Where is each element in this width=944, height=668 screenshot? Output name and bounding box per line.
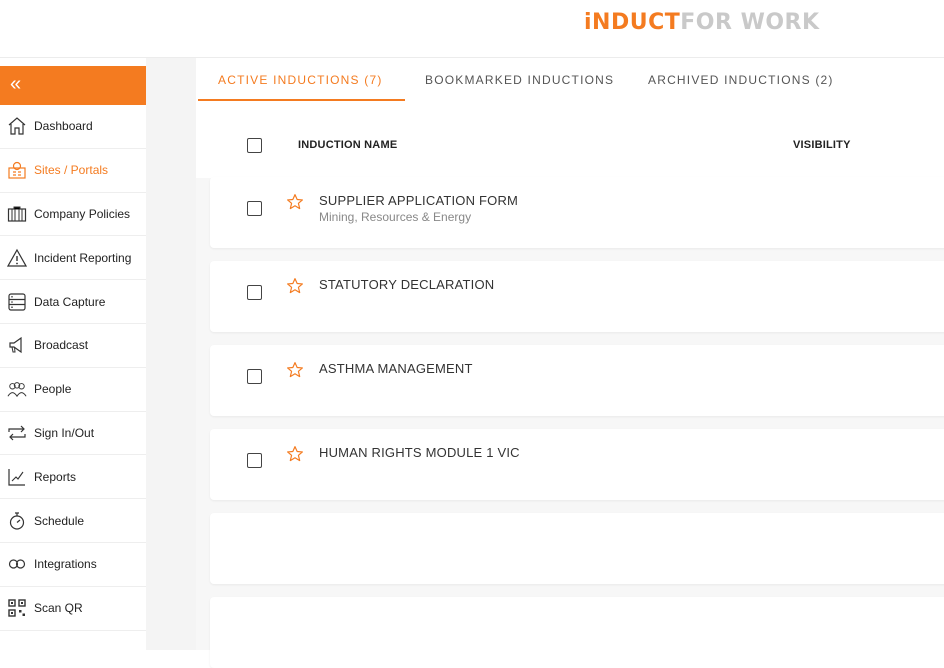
- sidebar-item-label: Schedule: [34, 513, 85, 528]
- induction-category: Mining, Resources & Energy: [319, 210, 472, 224]
- star-bookmark-icon[interactable]: [286, 277, 304, 295]
- star-bookmark-icon[interactable]: [286, 361, 304, 379]
- list-item[interactable]: STATUTORY DECLARATION: [210, 261, 944, 332]
- sidebar-item-label: Sites / Portals: [34, 163, 109, 178]
- sidebar-item-label: Incident Reporting: [34, 250, 132, 265]
- link-icon: [7, 554, 27, 574]
- column-header-visibility[interactable]: VISIBILITY: [793, 139, 851, 151]
- sites-icon: [7, 160, 27, 180]
- row-checkbox[interactable]: [247, 285, 262, 300]
- sidebar-item-label: Dashboard: [34, 119, 93, 134]
- active-tab-indicator: [198, 99, 405, 101]
- megaphone-icon: [7, 335, 27, 355]
- sidebar-item-reports[interactable]: Reports: [0, 455, 146, 500]
- main-content: ACTIVE INDUCTIONS (7) BOOKMARKED INDUCTI…: [196, 58, 944, 668]
- sidebar-item-label: Integrations: [34, 557, 97, 572]
- sidebar-item-integrations[interactable]: Integrations: [0, 543, 146, 587]
- house-icon: [7, 116, 27, 136]
- top-bar: iNDUCTFOR WORK: [0, 0, 944, 58]
- sidebar-item-dashboard[interactable]: Dashboard: [0, 105, 146, 149]
- induction-title[interactable]: STATUTORY DECLARATION: [319, 277, 494, 292]
- sidebar-item-people[interactable]: People: [0, 368, 146, 412]
- arrows-icon: [7, 423, 27, 443]
- sidebar-item-company-policies[interactable]: Company Policies: [0, 193, 146, 237]
- stopwatch-icon: [7, 511, 27, 531]
- tab-bar: ACTIVE INDUCTIONS (7) BOOKMARKED INDUCTI…: [196, 58, 944, 102]
- chart-icon: [7, 467, 27, 487]
- induction-title[interactable]: HUMAN RIGHTS MODULE 1 VIC: [319, 445, 520, 460]
- tab-bookmarked-inductions[interactable]: BOOKMARKED INDUCTIONS: [425, 73, 614, 87]
- sidebar-item-label: Scan QR: [34, 601, 83, 616]
- sidebar-item-label: People: [34, 382, 72, 397]
- sidebar-item-data-capture[interactable]: Data Capture: [0, 280, 146, 324]
- induction-title[interactable]: SUPPLIER APPLICATION FORM: [319, 193, 518, 208]
- sidebar-item-incident-reporting[interactable]: Incident Reporting: [0, 236, 146, 281]
- column-header-induction-name[interactable]: INDUCTION NAME: [298, 139, 397, 151]
- content-gutter: [146, 58, 196, 650]
- warning-icon: [7, 248, 27, 268]
- tab-active-inductions[interactable]: ACTIVE INDUCTIONS (7): [218, 73, 383, 87]
- app-logo[interactable]: iNDUCTFOR WORK: [584, 10, 820, 35]
- server-icon: [7, 292, 27, 312]
- sidebar-item-label: Company Policies: [34, 206, 131, 221]
- logo-part-induct: iNDUCT: [584, 10, 681, 35]
- logo-part-for-work: FOR WORK: [680, 10, 820, 35]
- sidebar-collapse-button[interactable]: «: [0, 66, 146, 105]
- briefcase-icon: [7, 204, 27, 224]
- sidebar-item-label: Data Capture: [34, 294, 106, 309]
- list-item[interactable]: HUMAN RIGHTS MODULE 1 VIC: [210, 429, 944, 500]
- sidebar-item-label: Reports: [34, 469, 77, 484]
- list-item[interactable]: ASTHMA MANAGEMENT: [210, 345, 944, 416]
- people-icon: [7, 379, 27, 399]
- list-item[interactable]: SUPPLIER APPLICATION FORM Mining, Resour…: [210, 177, 944, 248]
- sidebar-item-scan-qr[interactable]: Scan QR: [0, 587, 146, 631]
- sidebar-item-sites-portals[interactable]: Sites / Portals: [0, 149, 146, 193]
- star-bookmark-icon[interactable]: [286, 445, 304, 463]
- row-checkbox[interactable]: [247, 453, 262, 468]
- sidebar-item-broadcast[interactable]: Broadcast: [0, 324, 146, 368]
- sidebar: « Dashboard Sites / Portals Company Poli…: [0, 66, 146, 650]
- select-all-checkbox[interactable]: [247, 138, 262, 153]
- row-checkbox[interactable]: [247, 201, 262, 216]
- sidebar-item-label: Sign In/Out: [34, 425, 95, 440]
- sidebar-item-label: Broadcast: [34, 338, 89, 353]
- induction-title[interactable]: ASTHMA MANAGEMENT: [319, 361, 473, 376]
- tab-archived-inductions[interactable]: ARCHIVED INDUCTIONS (2): [648, 73, 834, 87]
- qr-icon: [7, 598, 27, 618]
- sidebar-item-schedule[interactable]: Schedule: [0, 499, 146, 543]
- list-item-placeholder: [210, 597, 944, 668]
- list-item-placeholder: [210, 513, 944, 584]
- row-checkbox[interactable]: [247, 369, 262, 384]
- star-bookmark-icon[interactable]: [286, 193, 304, 211]
- sidebar-item-sign-in-out[interactable]: Sign In/Out: [0, 412, 146, 456]
- list-header: INDUCTION NAME VISIBILITY: [196, 102, 944, 178]
